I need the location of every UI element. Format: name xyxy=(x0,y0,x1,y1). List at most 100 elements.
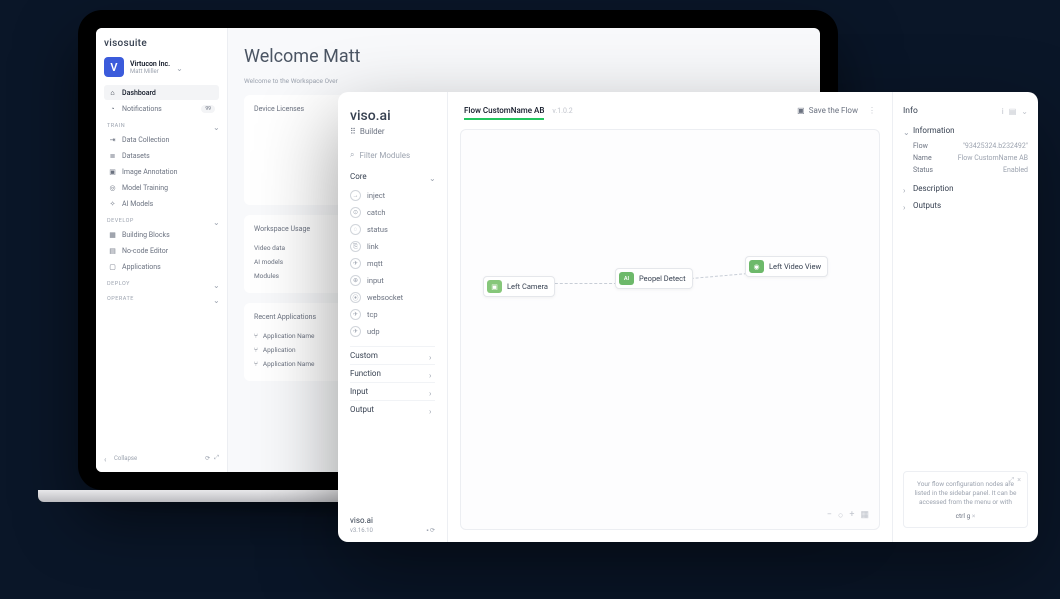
org-avatar: V xyxy=(104,57,124,77)
module-group-core[interactable]: Core xyxy=(350,172,435,181)
info-hint-box: ⤢ × Your flow configuration nodes are li… xyxy=(903,471,1028,528)
nav-nocode-editor[interactable]: ▤No-code Editor xyxy=(104,243,219,258)
section-develop[interactable]: DEVELOP xyxy=(107,218,219,224)
page-title: Welcome Matt xyxy=(244,46,804,67)
blocks-icon: ▦ xyxy=(108,230,117,239)
footer-icons: ▪ ⟳ xyxy=(426,527,435,534)
info-section-outputs[interactable]: Outputs xyxy=(903,201,1028,210)
category-output[interactable]: Output xyxy=(350,400,435,418)
mqtt-icon: ✈ xyxy=(350,258,361,269)
category-function[interactable]: Function xyxy=(350,364,435,382)
ai-icon: AI xyxy=(619,272,634,285)
node-left-camera[interactable]: ▣Left Camera xyxy=(483,276,555,297)
sync-icon: ⟳ xyxy=(205,455,210,462)
search-icon: ⌕ xyxy=(350,150,354,160)
flow-canvas[interactable]: ▣Left Camera AIPeopel Detect ◉Left Video… xyxy=(460,129,880,530)
collapse-sidebar[interactable]: Collapse ⟳ ⤢ xyxy=(104,448,219,462)
module-input[interactable]: ⊕input xyxy=(350,272,435,289)
info-kv-name: NameFlow CustomName AB xyxy=(903,152,1028,164)
info-section-description[interactable]: Description xyxy=(903,184,1028,193)
nav-label: AI Models xyxy=(122,200,153,208)
nav-building-blocks[interactable]: ▦ Building Blocks xyxy=(104,227,219,242)
camera-icon: ▣ xyxy=(487,280,502,293)
category-input[interactable]: Input xyxy=(350,382,435,400)
zoom-fit-button[interactable]: ○ xyxy=(838,510,843,521)
visosuite-sidebar: visosuite V Virtucon Inc. Matt Miller ⌂ … xyxy=(96,28,228,472)
view-icon: ◉ xyxy=(749,260,764,273)
module-udp[interactable]: ✈udp xyxy=(350,323,435,340)
expand-icon[interactable]: ⤢ xyxy=(1009,476,1015,486)
nav-applications[interactable]: ▢Applications xyxy=(104,259,219,274)
org-name: Virtucon Inc. xyxy=(130,60,170,68)
module-link[interactable]: ⎘link xyxy=(350,238,435,255)
builder-footer: viso.ai v3.16.10 ▪ ⟳ xyxy=(350,516,435,534)
model-icon: ✧ xyxy=(108,199,117,208)
module-websocket[interactable]: ⦿websocket xyxy=(350,289,435,306)
resize-icon: ⤢ xyxy=(214,454,219,462)
node-left-video-view[interactable]: ◉Left Video View xyxy=(745,256,828,277)
chevron-down-icon xyxy=(429,174,435,180)
org-switcher[interactable]: V Virtucon Inc. Matt Miller xyxy=(104,57,219,77)
chevron-right-icon xyxy=(429,389,435,395)
udp-icon: ✈ xyxy=(350,326,361,337)
module-tcp[interactable]: ✈tcp xyxy=(350,306,435,323)
database-icon: ≣ xyxy=(108,151,117,160)
chevron-down-icon xyxy=(213,218,219,224)
collapse-label: Collapse xyxy=(114,455,137,462)
section-train[interactable]: TRAIN xyxy=(107,123,219,129)
category-custom[interactable]: Custom xyxy=(350,346,435,364)
status-icon: ◌ xyxy=(350,224,361,235)
module-status[interactable]: ◌status xyxy=(350,221,435,238)
save-flow-button[interactable]: ▣ Save the Flow ⋮ xyxy=(797,106,876,115)
chevron-down-icon xyxy=(903,128,909,134)
builder-logo: viso.ai xyxy=(350,108,435,124)
nav-model-training[interactable]: ◎Model Training xyxy=(104,180,219,195)
close-icon[interactable]: × xyxy=(972,512,975,520)
filter-placeholder: Filter Modules xyxy=(359,151,410,160)
nav-dashboard[interactable]: ⌂ Dashboard xyxy=(104,85,219,100)
nav-label: Model Training xyxy=(122,184,168,192)
close-icon[interactable]: × xyxy=(1017,476,1021,486)
info-kv-status: StatusEnabled xyxy=(903,164,1028,176)
inject-icon: → xyxy=(350,190,361,201)
nav-ai-models[interactable]: ✧ AI Models xyxy=(104,196,219,211)
info-section-information[interactable]: Information xyxy=(903,126,1028,135)
flow-tab[interactable]: Flow CustomName AB xyxy=(464,106,544,120)
nav-label: Dashboard xyxy=(122,89,156,97)
info-icon[interactable]: i xyxy=(1002,107,1004,116)
more-icon[interactable]: ⋮ xyxy=(868,106,876,115)
module-inject[interactable]: →inject xyxy=(350,187,435,204)
nav-datasets[interactable]: ≣ Datasets xyxy=(104,148,219,163)
nav-label: Data Collection xyxy=(122,136,169,144)
node-people-detect[interactable]: AIPeopel Detect xyxy=(615,268,693,289)
zoom-in-button[interactable]: + xyxy=(849,510,854,521)
section-label: DEPLOY xyxy=(107,281,130,287)
nav-label: Building Blocks xyxy=(122,231,170,239)
bell-icon: ◔ xyxy=(108,104,117,113)
module-catch[interactable]: ⊙catch xyxy=(350,204,435,221)
nav-notifications[interactable]: ◔ Notifications 99 xyxy=(104,101,219,116)
home-icon: ⌂ xyxy=(108,88,117,97)
chevron-down-icon[interactable]: ⌄ xyxy=(1021,107,1028,116)
chevron-right-icon xyxy=(429,371,435,377)
nav-data-collection[interactable]: ⇥Data Collection xyxy=(104,132,219,147)
minimap-button[interactable]: ▦ xyxy=(860,510,869,521)
hint-shortcut: ctrl g × xyxy=(912,512,1019,521)
module-mqtt[interactable]: ✈mqtt xyxy=(350,255,435,272)
catch-icon: ⊙ xyxy=(350,207,361,218)
section-label: TRAIN xyxy=(107,123,125,129)
section-label: DEVELOP xyxy=(107,218,134,224)
branch-icon: ⑂ xyxy=(254,332,258,340)
zoom-out-button[interactable]: − xyxy=(827,510,832,521)
nav-label: Datasets xyxy=(122,152,150,160)
book-icon[interactable]: ▤ xyxy=(1009,107,1017,116)
builder-canvas-area: Flow CustomName AB v.1.0.2 ▣ Save the Fl… xyxy=(448,92,892,542)
section-deploy[interactable]: DEPLOY xyxy=(107,281,219,287)
section-operate[interactable]: OPERATE xyxy=(107,296,219,302)
branch-icon: ⑂ xyxy=(254,360,258,368)
editor-icon: ▤ xyxy=(108,246,117,255)
info-title: Info xyxy=(903,106,918,116)
chevron-down-icon xyxy=(213,296,219,302)
nav-image-annotation[interactable]: ▣Image Annotation xyxy=(104,164,219,179)
filter-modules-input[interactable]: ⌕ Filter Modules xyxy=(350,150,435,160)
